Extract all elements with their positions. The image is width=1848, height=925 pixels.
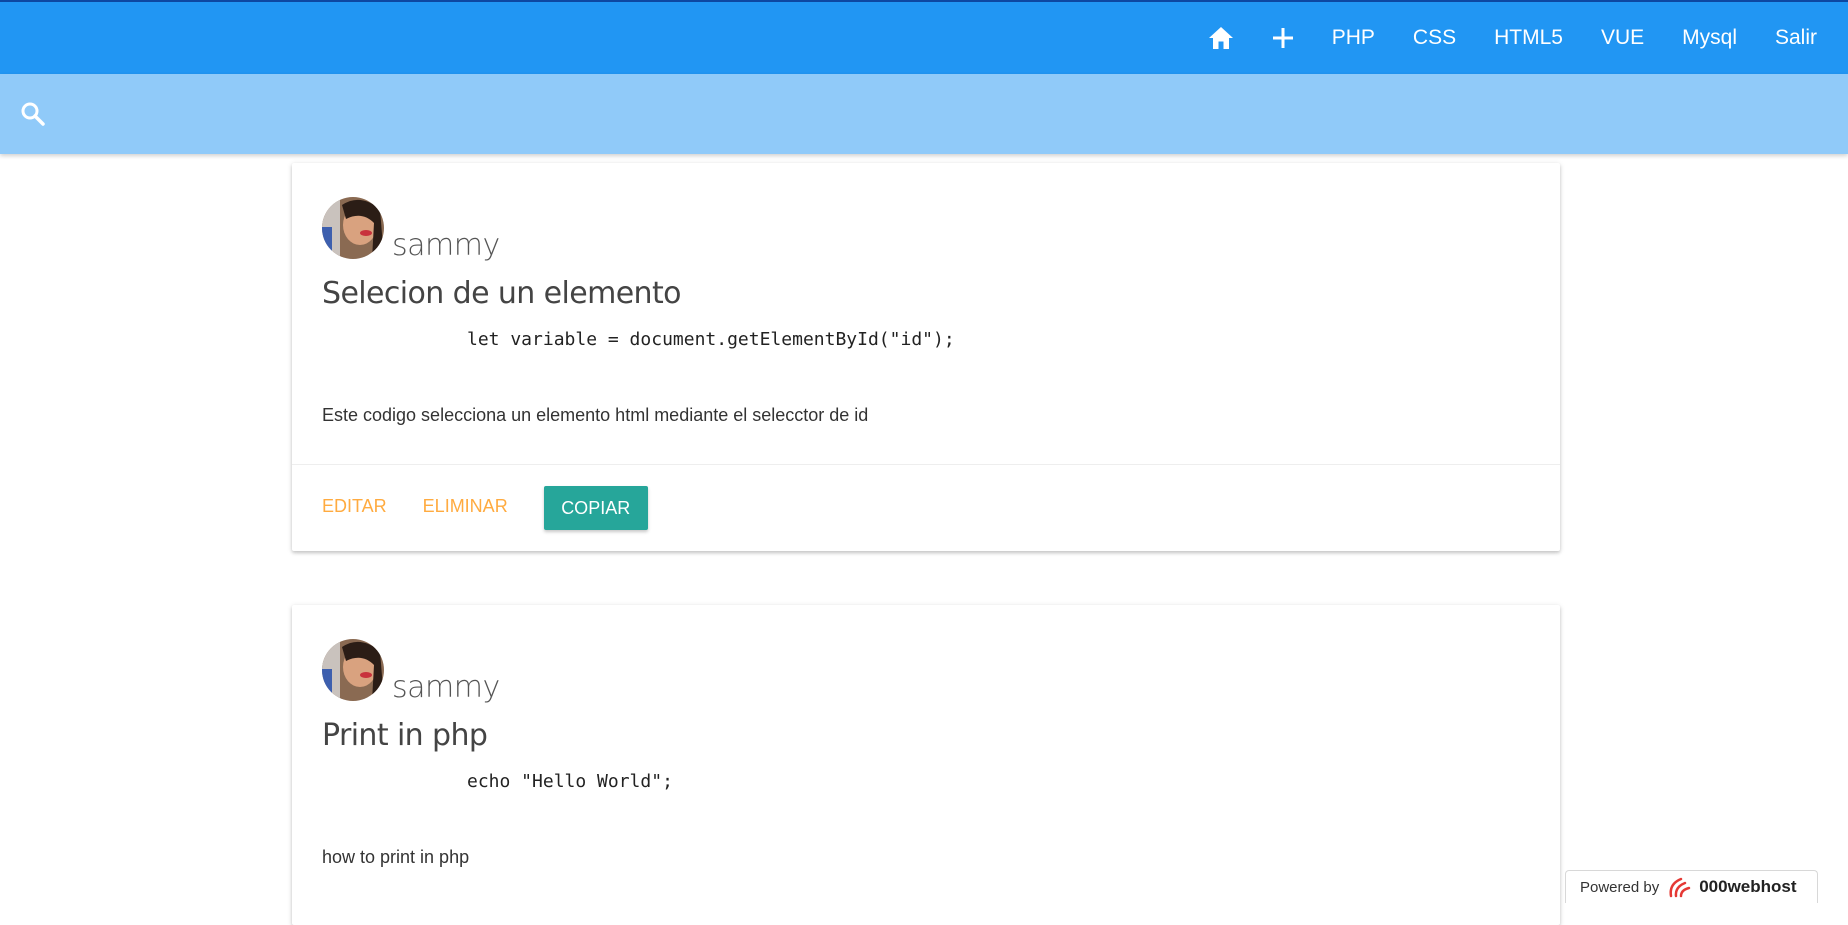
search-bar bbox=[0, 74, 1848, 154]
code-snippet: echo "Hello World"; bbox=[467, 771, 673, 792]
edit-link[interactable]: EDITAR bbox=[322, 496, 387, 517]
nav-item-salir[interactable]: Salir bbox=[1756, 2, 1836, 74]
plus-icon bbox=[1272, 28, 1293, 48]
card-content: sammy Print in php echo "Hello World"; h… bbox=[292, 605, 1560, 869]
search-input[interactable] bbox=[64, 92, 1808, 138]
author-name: sammy bbox=[392, 228, 500, 263]
copy-button[interactable]: COPIAR bbox=[543, 486, 648, 530]
nav-item-mysql[interactable]: Mysql bbox=[1663, 2, 1756, 74]
post-title: Selecion de un elemento bbox=[322, 276, 681, 311]
delete-link[interactable]: ELIMINAR bbox=[423, 496, 508, 517]
nav-add[interactable] bbox=[1253, 2, 1313, 74]
000webhost-logo-icon bbox=[1669, 877, 1691, 898]
avatar bbox=[322, 197, 384, 259]
nav-item-css[interactable]: CSS bbox=[1394, 2, 1475, 74]
code-snippet: let variable = document.getElementById("… bbox=[467, 329, 955, 350]
nav-item-vue[interactable]: VUE bbox=[1582, 2, 1663, 74]
author-name: sammy bbox=[392, 670, 500, 705]
nav-home[interactable] bbox=[1189, 2, 1253, 74]
brand-name: 000webhost bbox=[1699, 877, 1797, 896]
search-icon[interactable] bbox=[20, 101, 46, 127]
post-card: sammy Print in php echo "Hello World"; h… bbox=[292, 605, 1560, 925]
post-card: sammy Selecion de un elemento let variab… bbox=[292, 163, 1560, 551]
card-actions: EDITAR ELIMINAR COPIAR bbox=[292, 464, 1560, 551]
home-icon bbox=[1208, 27, 1233, 49]
card-content: sammy Selecion de un elemento let variab… bbox=[292, 163, 1560, 427]
nav-menu: PHP CSS HTML5 VUE Mysql Salir bbox=[1189, 2, 1836, 74]
post-description: how to print in php bbox=[322, 847, 470, 867]
post-title: Print in php bbox=[322, 718, 488, 753]
post-description: Este codigo selecciona un elemento html … bbox=[322, 405, 869, 425]
top-navbar: PHP CSS HTML5 VUE Mysql Salir bbox=[0, 0, 1848, 74]
avatar bbox=[322, 639, 384, 701]
author-row: sammy bbox=[322, 193, 1530, 263]
nav-item-php[interactable]: PHP bbox=[1313, 2, 1394, 74]
author-row: sammy bbox=[322, 635, 1530, 705]
nav-item-html5[interactable]: HTML5 bbox=[1475, 2, 1582, 74]
powered-by-label: Powered by bbox=[1580, 878, 1660, 896]
powered-by-badge[interactable]: Powered by 000webhost bbox=[1565, 870, 1818, 903]
